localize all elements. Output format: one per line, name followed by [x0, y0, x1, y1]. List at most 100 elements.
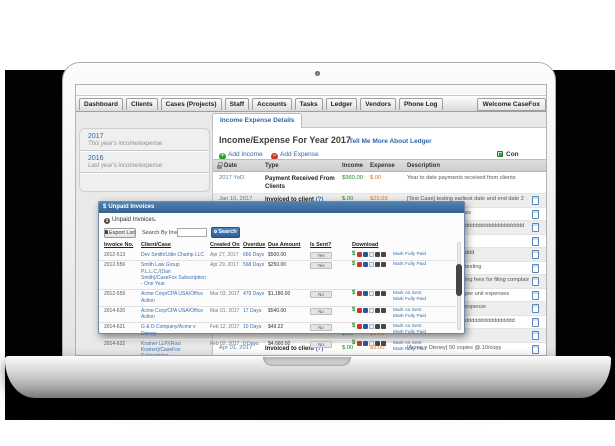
print-icon[interactable]: [375, 324, 380, 329]
tab-dashboard[interactable]: Dashboard: [79, 98, 123, 110]
doc-icon[interactable]: [381, 341, 386, 346]
word-icon[interactable]: [363, 252, 368, 257]
word-icon[interactable]: [363, 324, 368, 329]
edit-note-icon[interactable]: [532, 291, 539, 300]
pdf-icon[interactable]: [357, 262, 362, 267]
edit-note-icon[interactable]: [532, 196, 539, 205]
pdf-icon[interactable]: [357, 291, 362, 296]
edit-note-icon[interactable]: [532, 277, 539, 286]
copy-icon[interactable]: [369, 291, 374, 296]
doc-icon[interactable]: [381, 291, 386, 296]
mark-fully-paid-link[interactable]: Mark Fully Paid: [393, 262, 426, 268]
col-income[interactable]: Income: [342, 163, 363, 169]
print-icon[interactable]: [375, 291, 380, 296]
pdf-icon[interactable]: [357, 252, 362, 257]
tab-phone-log[interactable]: Phone Log: [399, 98, 443, 110]
overdue-link[interactable]: 479 Days: [243, 291, 264, 297]
copy-icon[interactable]: [369, 262, 374, 267]
dollar-icon[interactable]: $: [352, 324, 356, 329]
doc-icon[interactable]: [381, 324, 386, 329]
tab-clients[interactable]: Clients: [126, 98, 158, 110]
compact-view-toggle[interactable]: Con: [497, 151, 519, 158]
dollar-icon[interactable]: $: [352, 291, 356, 296]
word-icon[interactable]: [363, 308, 368, 313]
col-date[interactable]: Date: [224, 163, 237, 169]
col-created-on[interactable]: Created On: [210, 242, 240, 248]
dollar-icon[interactable]: $: [352, 308, 356, 313]
col-expense[interactable]: Expense: [370, 163, 395, 169]
edit-note-icon[interactable]: [532, 264, 539, 273]
edit-note-icon[interactable]: [532, 223, 539, 232]
word-icon[interactable]: [363, 291, 368, 296]
copy-icon[interactable]: [369, 308, 374, 313]
search-button[interactable]: Search: [211, 227, 240, 238]
overdue-link[interactable]: 17 Days: [243, 308, 261, 314]
doc-icon[interactable]: [381, 252, 386, 257]
col-download[interactable]: Download: [352, 242, 378, 248]
edit-note-icon[interactable]: [532, 304, 539, 313]
print-icon[interactable]: [375, 252, 380, 257]
sidebar-item-2017[interactable]: 2017This year's income/expense: [80, 129, 209, 151]
pdf-icon[interactable]: [357, 308, 362, 313]
tab-tasks[interactable]: Tasks: [295, 98, 323, 110]
mark-fully-paid-link[interactable]: Mark Fully Paid: [393, 347, 426, 353]
col-client-case[interactable]: Client/Case: [141, 242, 171, 248]
edit-note-icon[interactable]: [532, 345, 539, 354]
print-icon[interactable]: [375, 341, 380, 346]
dollar-icon[interactable]: $: [352, 341, 356, 346]
pdf-icon[interactable]: [357, 324, 362, 329]
mark-fully-paid-link[interactable]: Mark Fully Paid: [393, 297, 426, 303]
export-list-button[interactable]: Export List: [104, 228, 136, 238]
overdue-link[interactable]: 666 Days: [243, 252, 264, 258]
client-case-link[interactable]: Dev Smith/Little Champ LLC: [141, 251, 207, 260]
col-is-sent[interactable]: Is Sent?: [310, 242, 331, 248]
dollar-icon[interactable]: $: [352, 262, 356, 267]
dialog-titlebar[interactable]: $Unpaid Invoices: [99, 202, 464, 213]
dialog-scrollbar-thumb[interactable]: [456, 264, 462, 296]
mark-fully-paid-link[interactable]: Mark Fully Paid: [393, 252, 426, 258]
doc-icon[interactable]: [381, 308, 386, 313]
print-icon[interactable]: [375, 308, 380, 313]
edit-note-icon[interactable]: [532, 318, 539, 327]
mark-fully-paid-link[interactable]: Mark Fully Paid: [393, 330, 426, 336]
client-case-link[interactable]: Kramer LLP/(Rosi Kramer)/CaseFox Subscri…: [141, 340, 207, 356]
client-case-link[interactable]: G & D Company/Acme v Disney: [141, 323, 207, 339]
client-case-link[interactable]: Acme Corp/CPA USA/Office Action: [141, 290, 207, 306]
tab-vendors[interactable]: Vendors: [360, 98, 396, 110]
col-description[interactable]: Description: [407, 163, 440, 169]
overdue-link[interactable]: 568 Days: [243, 262, 264, 268]
edit-note-icon[interactable]: [532, 237, 539, 246]
doc-icon[interactable]: [381, 262, 386, 267]
tab-cases-projects[interactable]: Cases (Projects): [161, 98, 222, 110]
client-case-link[interactable]: Smith Law Group P.L.L.C./(Dan Smith)/Cas…: [141, 261, 207, 289]
pdf-icon[interactable]: [357, 341, 362, 346]
copy-icon[interactable]: [369, 324, 374, 329]
dollar-icon[interactable]: $: [352, 252, 356, 257]
sidebar-item-2016[interactable]: 2016Last year's income/expense: [80, 151, 209, 173]
year-link[interactable]: 2016: [88, 155, 201, 162]
word-icon[interactable]: [363, 262, 368, 267]
col-type[interactable]: Type: [265, 163, 279, 169]
ledger-help-link[interactable]: Tell Me More About Ledger: [349, 138, 432, 145]
edit-note-icon[interactable]: [532, 250, 539, 259]
edit-note-icon[interactable]: [532, 210, 539, 219]
date-link[interactable]: 2017 YoD: [219, 175, 244, 181]
overdue-link[interactable]: 10 Days: [243, 324, 261, 330]
tab-staff[interactable]: Staff: [225, 98, 249, 110]
col-invoice-no[interactable]: Invoice No.: [104, 242, 133, 248]
edit-note-icon[interactable]: [532, 331, 539, 340]
col-due-amount[interactable]: Due Amount: [268, 242, 301, 248]
mark-fully-paid-link[interactable]: Mark Fully Paid: [393, 314, 426, 320]
col-overdue[interactable]: Overdue: [243, 242, 265, 248]
client-case-link[interactable]: Acme Corp/CPA USA/Office Action: [141, 307, 207, 323]
tab-ledger[interactable]: Ledger: [326, 98, 358, 110]
overdue-link[interactable]: 0 Days: [243, 341, 259, 347]
year-link[interactable]: 2017: [88, 133, 201, 140]
search-invoice-input[interactable]: [177, 228, 207, 237]
tab-accounts[interactable]: Accounts: [252, 98, 292, 110]
copy-icon[interactable]: [369, 252, 374, 257]
print-icon[interactable]: [375, 262, 380, 267]
tab-income-expense-details[interactable]: Income Expense Details: [212, 113, 302, 128]
copy-icon[interactable]: [369, 341, 374, 346]
word-icon[interactable]: [363, 341, 368, 346]
